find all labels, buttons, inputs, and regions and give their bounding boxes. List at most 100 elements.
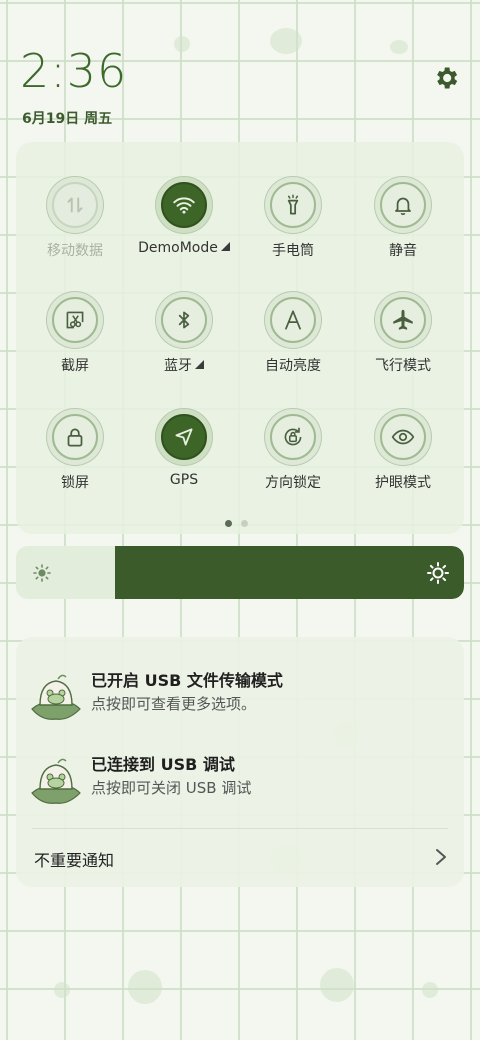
- background-decoration: [320, 968, 354, 1002]
- tile-ring: [155, 291, 213, 349]
- eye-icon: [391, 429, 415, 445]
- tile-label-text: 手电筒: [272, 243, 314, 259]
- tile-label: 移动数据: [20, 240, 130, 260]
- tile-label: 飞行模式: [348, 355, 458, 375]
- tile-label: 锁屏: [20, 472, 130, 492]
- quick-tile[interactable]: 护眼模式: [348, 404, 458, 514]
- tile-ring: [155, 408, 213, 466]
- tile-button[interactable]: [380, 297, 426, 343]
- background-decoration: [422, 982, 438, 998]
- auto-brightness-icon: [285, 310, 301, 330]
- tile-button[interactable]: [161, 297, 207, 343]
- tile-label-text: 飞行模式: [375, 358, 431, 374]
- tile-button[interactable]: [270, 414, 316, 460]
- tile-label-text: 移动数据: [47, 243, 103, 259]
- quick-tile[interactable]: 自动亮度: [238, 287, 348, 397]
- tile-button[interactable]: [161, 182, 207, 228]
- chevron-right-icon: [436, 849, 446, 865]
- background-decoration: [174, 36, 190, 52]
- date: 6月19日 周五: [22, 111, 113, 127]
- tile-label: 蓝牙: [129, 355, 239, 375]
- tile-button[interactable]: [380, 414, 426, 460]
- tile-label-text: DemoMode: [138, 240, 218, 256]
- location-arrow-icon: [175, 428, 193, 446]
- tile-label-text: 蓝牙: [164, 358, 192, 374]
- tile-label-text: GPS: [169, 472, 199, 488]
- quick-tile[interactable]: 飞行模式: [348, 287, 458, 397]
- brightness-low-icon: [33, 564, 51, 582]
- mobile-data-icon: [67, 197, 83, 213]
- tile-ring: [46, 291, 104, 349]
- expand-indicator-icon: [195, 360, 204, 369]
- unimportant-notifications-row[interactable]: 不重要通知: [16, 835, 464, 881]
- flashlight-icon: [287, 194, 299, 215]
- tile-button[interactable]: [270, 182, 316, 228]
- tile-label: 护眼模式: [348, 472, 458, 492]
- page-dot-active: [225, 520, 232, 527]
- tile-label: DemoMode: [129, 240, 239, 256]
- tile-button[interactable]: [380, 182, 426, 228]
- notification-usb-transfer[interactable]: 已开启 USB 文件传输模式 点按即可查看更多选项。: [16, 665, 464, 729]
- notification-title: 已开启 USB 文件传输模式: [91, 671, 283, 690]
- tile-label-text: 截屏: [61, 358, 89, 374]
- page-dot: [241, 520, 248, 527]
- tile-ring: [264, 408, 322, 466]
- brightness-high-icon: [427, 562, 449, 584]
- divider: [32, 828, 448, 829]
- background-decoration: [390, 40, 408, 54]
- screenshot-icon: [66, 311, 84, 329]
- bell-icon: [395, 197, 411, 216]
- tile-ring: [155, 176, 213, 234]
- tile-ring: [46, 408, 104, 466]
- tile-button[interactable]: [52, 414, 98, 460]
- tile-ring: [374, 176, 432, 234]
- tile-button[interactable]: [270, 297, 316, 343]
- background-decoration: [128, 970, 162, 1004]
- tile-label-text: 静音: [389, 243, 417, 259]
- expand-indicator-icon: [220, 242, 230, 251]
- notification-subtitle: 点按即可查看更多选项。: [91, 695, 257, 713]
- background-decoration: [270, 28, 302, 54]
- brightness-slider[interactable]: [16, 546, 464, 599]
- unimportant-notifications-label: 不重要通知: [34, 851, 115, 870]
- quick-tile[interactable]: 蓝牙: [129, 287, 239, 397]
- bluetooth-icon: [178, 311, 190, 329]
- tile-label: GPS: [129, 472, 239, 488]
- tile-button[interactable]: [52, 297, 98, 343]
- lock-icon: [67, 428, 83, 447]
- notification-usb-debugging[interactable]: 已连接到 USB 调试 点按即可关闭 USB 调试: [16, 749, 464, 813]
- brightness-slider-fill: [115, 546, 464, 599]
- quick-tile[interactable]: DemoMode: [129, 172, 239, 282]
- tile-label: 方向锁定: [238, 472, 348, 492]
- tile-label: 手电筒: [238, 240, 348, 260]
- tile-label: 静音: [348, 240, 458, 260]
- app-frog-icon: [31, 674, 81, 720]
- quick-tile[interactable]: 方向锁定: [238, 404, 348, 514]
- notification-title: 已连接到 USB 调试: [91, 755, 235, 774]
- tile-button[interactable]: [52, 182, 98, 228]
- tile-label: 自动亮度: [238, 355, 348, 375]
- tile-label: 截屏: [20, 355, 130, 375]
- quick-tile[interactable]: 截屏: [20, 287, 130, 397]
- tile-ring: [46, 176, 104, 234]
- wifi-icon: [173, 197, 195, 214]
- quick-tile[interactable]: 移动数据: [20, 172, 130, 282]
- app-frog-icon: [31, 758, 81, 804]
- tile-ring: [264, 176, 322, 234]
- quick-tile[interactable]: 锁屏: [20, 404, 130, 514]
- quick-tile[interactable]: 静音: [348, 172, 458, 282]
- tile-ring: [374, 408, 432, 466]
- tile-label-text: 护眼模式: [375, 475, 431, 491]
- clock: 2:36: [20, 44, 128, 98]
- tile-ring: [374, 291, 432, 349]
- quick-tile[interactable]: 手电筒: [238, 172, 348, 282]
- background-decoration: [54, 982, 70, 998]
- tile-label-text: 自动亮度: [265, 358, 321, 374]
- airplane-icon: [393, 309, 413, 330]
- quick-settings-panel: 移动数据 DemoMode 手电筒 静音截屏 蓝牙 自动亮度 飞行模式锁屏 GPS 方向锁定 护眼…: [16, 142, 464, 534]
- settings-gear-icon[interactable]: [432, 64, 460, 92]
- tile-button[interactable]: [161, 414, 207, 460]
- rotation-lock-icon: [284, 427, 302, 446]
- notification-panel: 已开启 USB 文件传输模式 点按即可查看更多选项。 已连接到 USB 调试 点…: [16, 637, 464, 887]
- quick-tile[interactable]: GPS: [129, 404, 239, 514]
